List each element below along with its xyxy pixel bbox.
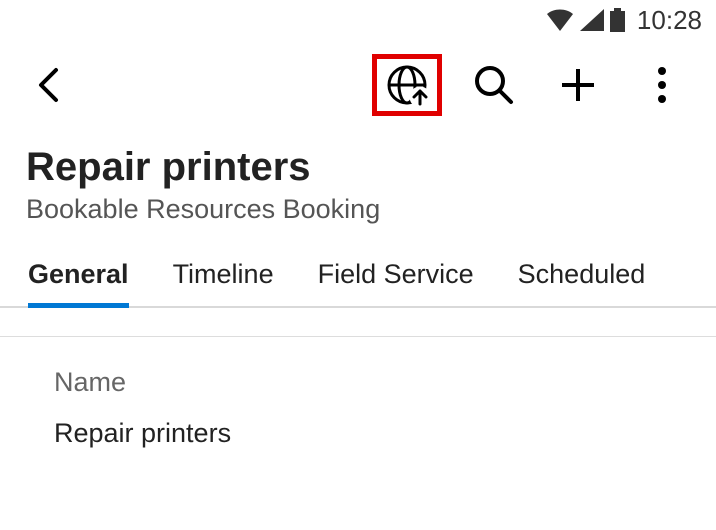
globe-upload-icon	[386, 64, 428, 106]
cellular-icon	[580, 9, 604, 31]
more-vertical-icon	[657, 66, 667, 104]
search-button[interactable]	[458, 49, 530, 121]
status-bar: 10:28	[0, 0, 716, 40]
reconnect-button-highlighted[interactable]	[372, 54, 442, 116]
battery-icon	[610, 8, 625, 32]
more-button[interactable]	[626, 49, 698, 121]
search-icon	[474, 65, 514, 105]
back-button[interactable]	[24, 55, 72, 115]
wifi-icon	[546, 9, 574, 31]
chevron-left-icon	[37, 67, 59, 103]
divider	[0, 336, 716, 337]
field-name-value: Repair printers	[54, 418, 662, 449]
form-content: Name Repair printers	[0, 308, 716, 449]
plus-icon	[558, 65, 598, 105]
tab-scheduled[interactable]: Scheduled	[518, 259, 646, 306]
add-button[interactable]	[542, 49, 614, 121]
tab-general[interactable]: General	[28, 259, 129, 306]
field-name-label: Name	[54, 367, 662, 398]
tab-field-service[interactable]: Field Service	[318, 259, 474, 306]
tab-timeline[interactable]: Timeline	[173, 259, 274, 306]
record-entity-name: Bookable Resources Booking	[26, 194, 690, 225]
toolbar	[0, 40, 716, 130]
page-header: Repair printers Bookable Resources Booki…	[0, 130, 716, 225]
field-name[interactable]: Name Repair printers	[0, 367, 716, 449]
status-time: 10:28	[637, 5, 702, 36]
form-tabs: General Timeline Field Service Scheduled	[0, 259, 716, 308]
record-title: Repair printers	[26, 144, 690, 190]
